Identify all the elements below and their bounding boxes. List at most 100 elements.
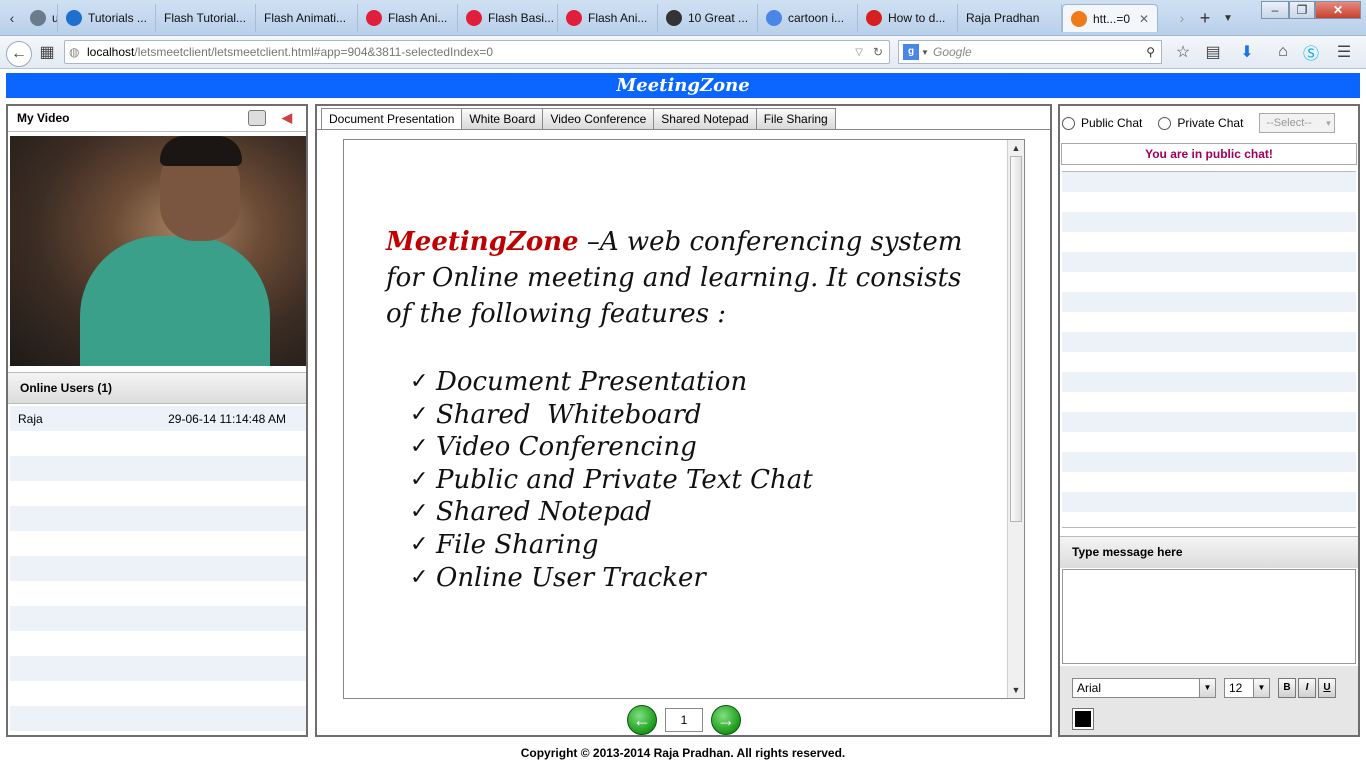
tab-document-presentation[interactable]: Document Presentation [321,108,463,130]
copyright-footer: Copyright © 2013-2014 Raja Pradhan. All … [520,746,846,760]
engine-dropdown-icon[interactable]: ▼ [921,48,929,57]
tab-close-icon[interactable]: ✕ [1139,12,1149,26]
tab-scroll-right-icon[interactable]: › [1172,8,1192,28]
checkmark-icon: ✓ [410,564,429,590]
browser-tab[interactable]: 10 Great ... [658,4,758,32]
browser-tab[interactable]: ut... [22,4,58,32]
feature-item: ✓ Online User Tracker [410,562,813,595]
url-host: localhost [87,45,135,59]
bookmarks-menu-icon[interactable]: ▤ [1202,41,1224,63]
maximize-icon[interactable]: ❐ [1289,1,1315,19]
home-icon[interactable]: ⌂ [1272,41,1294,63]
empty-row [10,481,306,506]
browser-tab[interactable]: Flash Basi... [458,4,558,32]
downloads-icon[interactable]: ⬇ [1236,41,1258,63]
browser-tab-bar: ‹ ut... Tutorials ... Flash Tutorial... Fla… [0,0,1366,36]
feature-label: Public and Private Text Chat [436,464,813,495]
underline-button[interactable]: U [1318,678,1336,698]
speaker-mute-icon[interactable]: ◀ [282,106,292,130]
browser-tab-label: cartoon i... [788,11,845,25]
menu-icon[interactable]: ☰ [1333,41,1355,63]
app-title: MeetingZone [6,73,1360,98]
browser-tab-label: Flash Basi... [488,11,555,25]
search-placeholder: Google [933,45,972,59]
empty-row [10,431,306,456]
window-close-icon[interactable]: ✕ [1315,1,1361,19]
document-viewer: MeetingZone –A web conferencing system f… [343,139,1025,699]
tab-white-board[interactable]: White Board [461,108,544,130]
browser-tab-label: Tutorials ... [88,11,147,25]
italic-button[interactable]: I [1298,678,1316,698]
browser-tab[interactable]: Flash Tutorial... [156,4,256,32]
browser-tab[interactable]: Flash Ani... [558,4,658,32]
tab-list-icon[interactable]: ▼ [1218,8,1238,28]
skype-icon[interactable]: Ⓢ [1300,41,1322,63]
tab-video-conference[interactable]: Video Conference [542,108,655,130]
back-icon[interactable]: ← [6,41,32,67]
previous-page-button[interactable]: ← [627,705,657,735]
scroll-down-icon[interactable]: ▼ [1010,683,1022,697]
font-size-select[interactable]: 12 ▼ [1224,678,1270,698]
new-tab-icon[interactable]: + [1195,8,1215,28]
bookmarks-grid-icon[interactable]: ▦ [36,41,58,63]
browser-tab[interactable]: Flash Ani... [358,4,458,32]
empty-row [10,506,306,531]
arrow-left-icon: ← [633,709,651,730]
arrow-right-icon: → [717,709,735,730]
chat-messages-log[interactable] [1062,171,1356,528]
online-users-header: Online Users (1) [8,372,306,404]
bookmark-star-icon[interactable]: ☆ [1172,41,1194,63]
page-number-input[interactable]: 1 [665,708,703,732]
google-engine-icon[interactable]: g [903,44,919,60]
browser-tab[interactable]: Flash Animati... [256,4,358,32]
empty-row [10,456,306,481]
private-user-select[interactable]: --Select-- ▼ [1259,113,1336,133]
tab-scroll-left-icon[interactable]: ‹ [2,8,22,28]
browser-tab-label: Flash Tutorial... [164,11,247,25]
online-user-row[interactable]: Raja 29-06-14 11:14:48 AM [10,406,306,431]
scroll-thumb[interactable] [1010,156,1022,522]
next-page-button[interactable]: → [711,705,741,735]
text-color-picker[interactable] [1072,708,1094,730]
browser-tab[interactable]: htt...=0 ✕ [1062,4,1158,32]
feature-label: Shared Whiteboard [436,399,702,430]
webcam-icon[interactable] [248,110,266,126]
font-family-select[interactable]: Arial ▼ [1072,678,1216,698]
formatting-toolbar: Arial ▼ 12 ▼ B I U [1060,666,1358,735]
user-login-time: 29-06-14 11:14:48 AM [168,411,286,426]
checkmark-icon: ✓ [410,531,429,557]
feature-item: ✓ Public and Private Text Chat [410,464,813,497]
globe-icon: ◍ [69,45,80,59]
search-bar[interactable]: g ▼ Google ⚲ [898,40,1162,64]
browser-tab[interactable]: Tutorials ... [58,4,156,32]
browser-tab[interactable]: How to d... [858,4,958,32]
empty-row [10,581,306,606]
youtube-icon [866,10,882,26]
browser-tab[interactable]: cartoon i... [758,4,858,32]
search-icon[interactable]: ⚲ [1146,45,1155,59]
bold-button[interactable]: B [1278,678,1296,698]
font-size-value: 12 [1229,681,1243,695]
url-dropdown-icon[interactable]: ▽ [855,47,863,58]
minimize-icon[interactable]: – [1261,1,1289,19]
private-chat-radio[interactable] [1158,116,1172,130]
browser-tab[interactable]: Raja Pradhan [958,4,1062,32]
url-bar[interactable]: ◍ localhost/letsmeetclient/letsmeetclien… [64,40,890,64]
document-scrollbar[interactable]: ▲ ▼ [1007,140,1024,698]
page-navigator: ← 1 → [627,704,741,736]
private-chat-label[interactable]: Private Chat [1177,116,1243,130]
tab-shared-notepad[interactable]: Shared Notepad [653,108,757,130]
scroll-up-icon[interactable]: ▲ [1010,141,1022,155]
checkmark-icon: ✓ [410,466,429,492]
feature-label: Online User Tracker [436,562,706,593]
online-users-list: Raja 29-06-14 11:14:48 AM [10,406,306,733]
feature-label: File Sharing [436,529,599,560]
user-select-placeholder: --Select-- [1266,117,1312,129]
tab-file-sharing[interactable]: File Sharing [755,108,836,130]
public-chat-label[interactable]: Public Chat [1081,116,1142,130]
feature-list: ✓ Document Presentation ✓ Shared Whiteboard… [410,366,813,594]
public-chat-radio[interactable] [1062,116,1075,130]
reload-icon[interactable]: ↻ [873,45,883,59]
message-input[interactable] [1062,569,1356,664]
checkmark-icon: ✓ [410,401,429,427]
